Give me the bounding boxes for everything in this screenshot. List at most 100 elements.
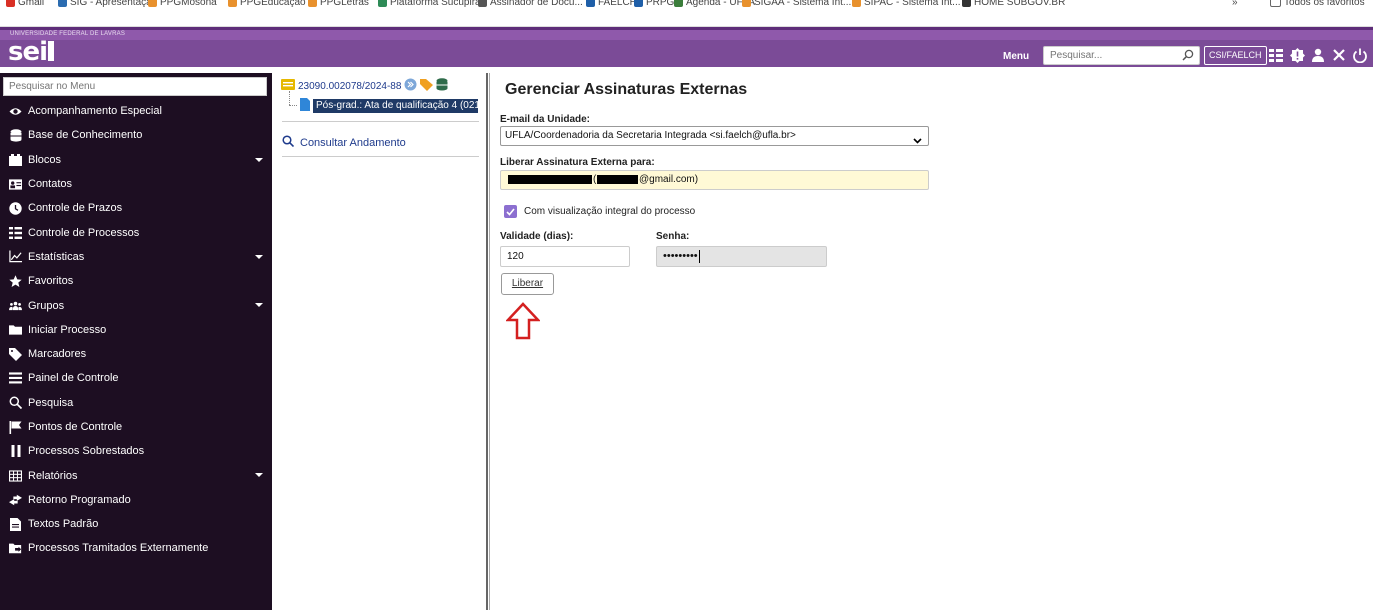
sidebar-item[interactable]: Processos Tramitados Externamente bbox=[0, 536, 272, 560]
bookmark-item[interactable]: HOME SUBGOV.BR bbox=[962, 0, 1065, 10]
sidebar-item[interactable]: Painel de Controle bbox=[0, 366, 272, 390]
redacted-email-user bbox=[597, 175, 638, 184]
sidebar-item-label: Grupos bbox=[28, 299, 65, 312]
search-icon[interactable] bbox=[1182, 49, 1194, 64]
consultar-andamento-link[interactable]: Consultar Andamento bbox=[282, 135, 406, 150]
sidebar-item[interactable]: Base de Conhecimento bbox=[0, 123, 272, 147]
tools-icon[interactable] bbox=[1331, 47, 1347, 63]
bookmark-item[interactable]: PPGMosona bbox=[148, 0, 217, 10]
bookmark-label: Gmail bbox=[18, 0, 45, 8]
sidebar-item[interactable]: Acompanhamento Especial bbox=[0, 99, 272, 123]
selected-document[interactable]: Pós-grad.: Ata de qualificação 4 (0219 bbox=[313, 99, 478, 113]
caret-down-icon[interactable] bbox=[255, 473, 263, 478]
sidebar-item[interactable]: Controle de Processos bbox=[0, 220, 272, 244]
sidebar-item-label: Contatos bbox=[28, 178, 73, 191]
sidebar-list: Acompanhamento Especial Base de Conhecime… bbox=[0, 99, 272, 561]
database-icon[interactable] bbox=[436, 78, 448, 94]
grid-icon[interactable] bbox=[1268, 47, 1284, 63]
sidebar-item[interactable]: Textos Padrão bbox=[0, 512, 272, 536]
full-view-checkbox[interactable] bbox=[504, 205, 517, 218]
process-status-icon[interactable] bbox=[404, 78, 417, 94]
sidebar-item[interactable]: Controle de Prazos bbox=[0, 196, 272, 220]
search-icon bbox=[9, 396, 22, 410]
bookmark-label: Plataforma Sucupira bbox=[390, 0, 481, 8]
clock-icon bbox=[9, 202, 22, 215]
sidebar-item[interactable]: Estatísticas bbox=[0, 245, 272, 269]
sidebar-item[interactable]: Relatórios bbox=[0, 463, 272, 487]
document-row[interactable]: Pós-grad.: Ata de qualificação 4 (0219 bbox=[300, 98, 478, 114]
external-signer-field[interactable]: ( @gmail.com) bbox=[500, 170, 929, 190]
email-unit-value: UFLA/Coordenadoria da Secretaria Integra… bbox=[505, 130, 796, 141]
caret-down-icon[interactable] bbox=[255, 157, 263, 162]
process-row[interactable]: 23090.002078/2024-88 bbox=[281, 78, 448, 94]
main-content: Gerenciar Assinaturas Externas E-mail da… bbox=[490, 73, 1373, 610]
bookmark-favicon-icon bbox=[6, 0, 15, 7]
signer-open-paren: ( bbox=[593, 174, 597, 185]
sidebar-item[interactable]: Processos Sobrestados bbox=[0, 439, 272, 463]
process-number[interactable]: 23090.002078/2024-88 bbox=[298, 81, 401, 92]
sidebar-item[interactable]: Iniciar Processo bbox=[0, 318, 272, 342]
validade-label: Validade (dias): bbox=[500, 231, 574, 242]
bookmark-item[interactable]: FAELCH bbox=[586, 0, 637, 10]
validade-input[interactable]: 120 bbox=[500, 246, 630, 267]
document-icon bbox=[9, 517, 22, 531]
bookmark-favicon-icon bbox=[478, 0, 487, 7]
bookmark-label: PPGEducação bbox=[240, 0, 306, 8]
bookmark-item[interactable]: PPGLetras bbox=[308, 0, 369, 10]
blocks-icon bbox=[9, 153, 22, 166]
sidebar-item[interactable]: Pontos de Controle bbox=[0, 415, 272, 439]
unit-selector[interactable]: CSI/FAELCH bbox=[1204, 46, 1267, 65]
folder-icon bbox=[9, 323, 22, 336]
sidebar-item[interactable]: Blocos bbox=[0, 148, 272, 172]
bookmark-favicon-icon bbox=[148, 0, 157, 7]
tag-icon[interactable] bbox=[420, 78, 434, 94]
bookmark-favicon-icon bbox=[852, 0, 861, 7]
alert-icon[interactable] bbox=[1289, 47, 1305, 63]
bookmark-item[interactable]: SIPAC - Sistema Int... bbox=[852, 0, 961, 10]
org-strip: UNIVERSIDADE FEDERAL DE LAVRAS bbox=[0, 30, 1373, 40]
all-bookmarks-button[interactable]: Todos os favoritos bbox=[1270, 0, 1365, 10]
bookmark-item[interactable]: PPGEducação bbox=[228, 0, 306, 10]
caret-down-icon[interactable] bbox=[255, 303, 263, 308]
liberar-button[interactable]: Liberar bbox=[501, 273, 554, 295]
bookmark-item[interactable]: SIG - Apresentação bbox=[58, 0, 157, 10]
bookmark-label: SIGAA - Sistema Int... bbox=[754, 0, 852, 8]
sidebar-item[interactable]: Marcadores bbox=[0, 342, 272, 366]
sidebar-item-label: Iniciar Processo bbox=[28, 323, 107, 336]
sidebar-item-label: Blocos bbox=[28, 153, 62, 166]
sidebar-search-input[interactable] bbox=[4, 78, 266, 95]
bookmarks-overflow-button[interactable]: » bbox=[1232, 0, 1238, 10]
bookmark-item[interactable]: Assinador de Docu... bbox=[478, 0, 583, 10]
email-unit-select[interactable]: UFLA/Coordenadoria da Secretaria Integra… bbox=[500, 126, 929, 146]
text-cursor bbox=[698, 249, 700, 263]
bookmark-label: Assinador de Docu... bbox=[490, 0, 583, 8]
user-icon[interactable] bbox=[1310, 47, 1326, 63]
sei-logo[interactable]: sei bbox=[8, 39, 55, 65]
folder-external-icon bbox=[9, 542, 22, 555]
bookmark-item[interactable]: SIGAA - Sistema Int... bbox=[742, 0, 851, 10]
header-search-input[interactable] bbox=[1044, 47, 1164, 64]
sidebar-item[interactable]: Pesquisa bbox=[0, 391, 272, 415]
caret-down-icon[interactable] bbox=[255, 254, 263, 259]
liberar-para-label: Liberar Assinatura Externa para: bbox=[500, 157, 655, 168]
document-icon bbox=[300, 98, 310, 114]
sidebar-item[interactable]: Favoritos bbox=[0, 269, 272, 293]
full-view-checkbox-row[interactable]: Com visualização integral do processo bbox=[504, 205, 695, 218]
bookmark-favicon-icon bbox=[58, 0, 67, 7]
flag-icon bbox=[9, 420, 22, 434]
menu-toggle[interactable]: Menu bbox=[1003, 51, 1029, 62]
redacted-name bbox=[508, 175, 592, 184]
bookmark-label: SIG - Apresentação bbox=[70, 0, 158, 8]
bookmark-item[interactable]: Plataforma Sucupira bbox=[378, 0, 481, 10]
bookmark-item[interactable]: PRPG bbox=[634, 0, 674, 10]
signer-email-domain: @gmail.com) bbox=[639, 174, 699, 185]
bookmark-favicon-icon bbox=[586, 0, 595, 7]
bookmark-item[interactable]: Gmail bbox=[6, 0, 44, 10]
power-icon[interactable] bbox=[1352, 47, 1368, 63]
senha-input[interactable]: ••••••••• bbox=[656, 246, 827, 267]
sidebar-item[interactable]: Retorno Programado bbox=[0, 488, 272, 512]
bookmark-label: PRPG bbox=[646, 0, 675, 8]
sidebar-item[interactable]: Grupos bbox=[0, 293, 272, 317]
sidebar-item-label: Painel de Controle bbox=[28, 372, 119, 385]
sidebar-item[interactable]: Contatos bbox=[0, 172, 272, 196]
